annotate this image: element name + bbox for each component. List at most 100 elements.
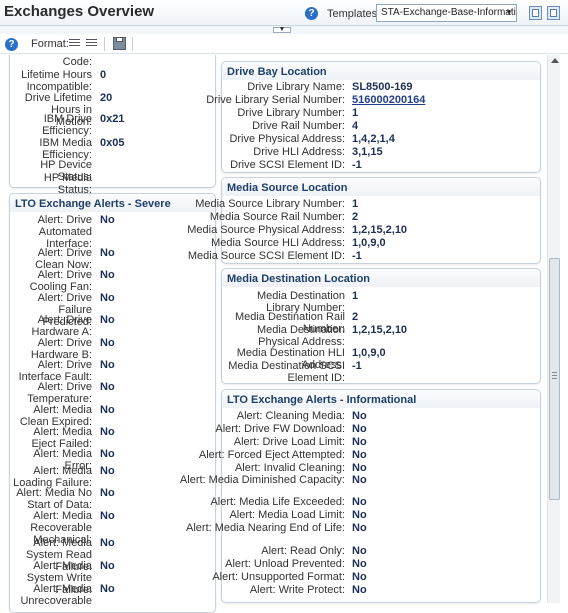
field-value: -1 [352,159,362,171]
field-label: Drive SCSI Element ID: [230,159,345,171]
field-label: Alert: Drive Hardware B: [30,337,92,361]
field-value: No [100,583,115,595]
field-value: No [352,509,367,521]
collapse-handle-icon[interactable]: ▼ [273,26,291,33]
field-value: No [100,404,115,416]
field-label: Media Source Rail Number: [209,211,345,223]
field-label: Alert: Drive Hardware A: [31,314,92,338]
vertical-scrollbar[interactable] [547,55,560,603]
field-value: 2 [352,211,359,223]
field-value: 1,2,15,2,10 [352,224,408,236]
field-value: 1,0,9,0 [352,347,386,359]
media-source-location-panel: Media Source Location Media Source Libra… [187,177,541,264]
field-value: 1,4,2,1,4 [352,133,395,145]
grip-icon [552,372,557,380]
field-label: Alert: Media Loading Failure: [13,465,92,489]
field-value: No [100,537,115,549]
field-value: No [100,359,115,371]
field-value[interactable]: 516000200164 [352,94,425,106]
field-value: 1 [352,290,359,302]
field-label: Alert: Drive Clean Now: [35,247,92,271]
field-label: Alert: Media Unrecoverable [20,583,92,607]
field-label: Media Destination SCSI Element ID: [228,360,345,384]
panel-title: Drive Bay Location [222,62,540,80]
scrollbar-thumb[interactable] [549,258,560,500]
field-label: Alert: Write Protect: [249,584,345,596]
field-label: Drive HLI Address: [253,146,345,158]
format-label: Format: [31,38,69,50]
field-value: SL8500-169 [352,81,413,93]
manage-templates-icon[interactable] [547,6,560,20]
field-value: No [100,269,115,281]
field-value: No [352,558,367,570]
field-value: No [352,436,367,448]
field-value: -1 [352,360,362,372]
field-value: 20 [100,92,113,104]
collapse-splitter: ▼ [0,26,568,34]
field-value: No [352,474,367,486]
field-label: Alert: Unload Prevented: [225,558,345,570]
title-bar: Exchanges Overview ? Templates: STA-Exch… [0,0,568,26]
format-toolbar: ? Format: [0,34,568,54]
field-label: Alert: Forced Eject Attempted: [198,449,345,461]
field-value: 2 [352,311,359,323]
field-value: No [352,584,367,596]
field-value: No [100,292,115,304]
field-label: Alert: Drive Temperature: [27,381,92,405]
field-value: No [352,496,367,508]
field-value: No [100,314,115,326]
field-value: 4 [352,120,359,132]
lto-informational-alerts-panel: LTO Exchange Alerts - Informational Aler… [180,389,541,603]
templates-select[interactable]: STA-Exchange-Base-Information ▼ [376,4,517,22]
field-value: No [100,247,115,259]
templates-select-value: STA-Exchange-Base-Information [381,7,517,18]
field-value: No [100,448,115,460]
page-title: Exchanges Overview [4,3,155,20]
toolbar-divider [104,37,105,51]
field-label: IBM Drive Efficiency: [42,113,92,137]
field-value: 0x21 [100,113,125,125]
field-label: Drive Physical Address: [229,133,345,145]
field-label: Drive Rail Number: [252,120,345,132]
field-value: No [100,381,115,393]
toolbar-divider [132,37,133,51]
field-label: Media Source Physical Address: [187,224,345,236]
field-label: IBM Media Efficiency: [39,137,92,161]
field-label: Code: [62,56,92,68]
help-icon[interactable]: ? [305,7,318,20]
field-label: Drive Library Name: [247,81,345,93]
drive-bay-location-panel: Drive Bay Location Drive Library Name: SL… [206,61,541,173]
field-label: Alert: Invalid Cleaning: [234,462,345,474]
field-value: 1,0,9,0 [352,237,386,249]
field-label: Alert: Unsupported Format: [212,571,345,583]
field-value: No [352,522,367,534]
field-value: No [352,410,367,422]
field-value: No [352,462,367,474]
field-value: No [352,571,367,583]
field-label: Media Source HLI Address: [211,237,345,249]
field-value: No [100,426,115,438]
field-value: No [100,510,115,522]
save-template-icon[interactable] [529,6,542,20]
field-label: Alert: Media Load Limit: [229,509,345,521]
panel-title: Media Source Location [222,178,540,196]
field-label: Alert: Media Nearing End of Life: [186,522,345,534]
list-format-icon[interactable] [69,39,80,48]
field-label: Alert: Drive Automated Interface: [37,214,92,250]
field-label: Alert: Drive Load Limit: [233,436,345,448]
field-label: Alert: Media No Start of Data: [16,487,92,511]
field-value: 0 [100,69,107,81]
field-value: No [100,560,115,572]
grid-format-icon[interactable] [86,39,97,48]
field-label: Alert: Media Life Exceeded: [210,496,345,508]
field-value: -1 [352,250,362,262]
field-value: No [352,449,367,461]
field-label: Drive Library Number: [237,107,345,119]
help-icon[interactable]: ? [5,38,18,51]
media-destination-location-panel: Media Destination Location Media Destina… [221,268,541,384]
scroll-up-icon[interactable] [551,58,559,63]
print-icon[interactable] [113,37,126,50]
field-value: No [100,214,115,226]
field-value: No [100,337,115,349]
field-value: No [352,423,367,435]
